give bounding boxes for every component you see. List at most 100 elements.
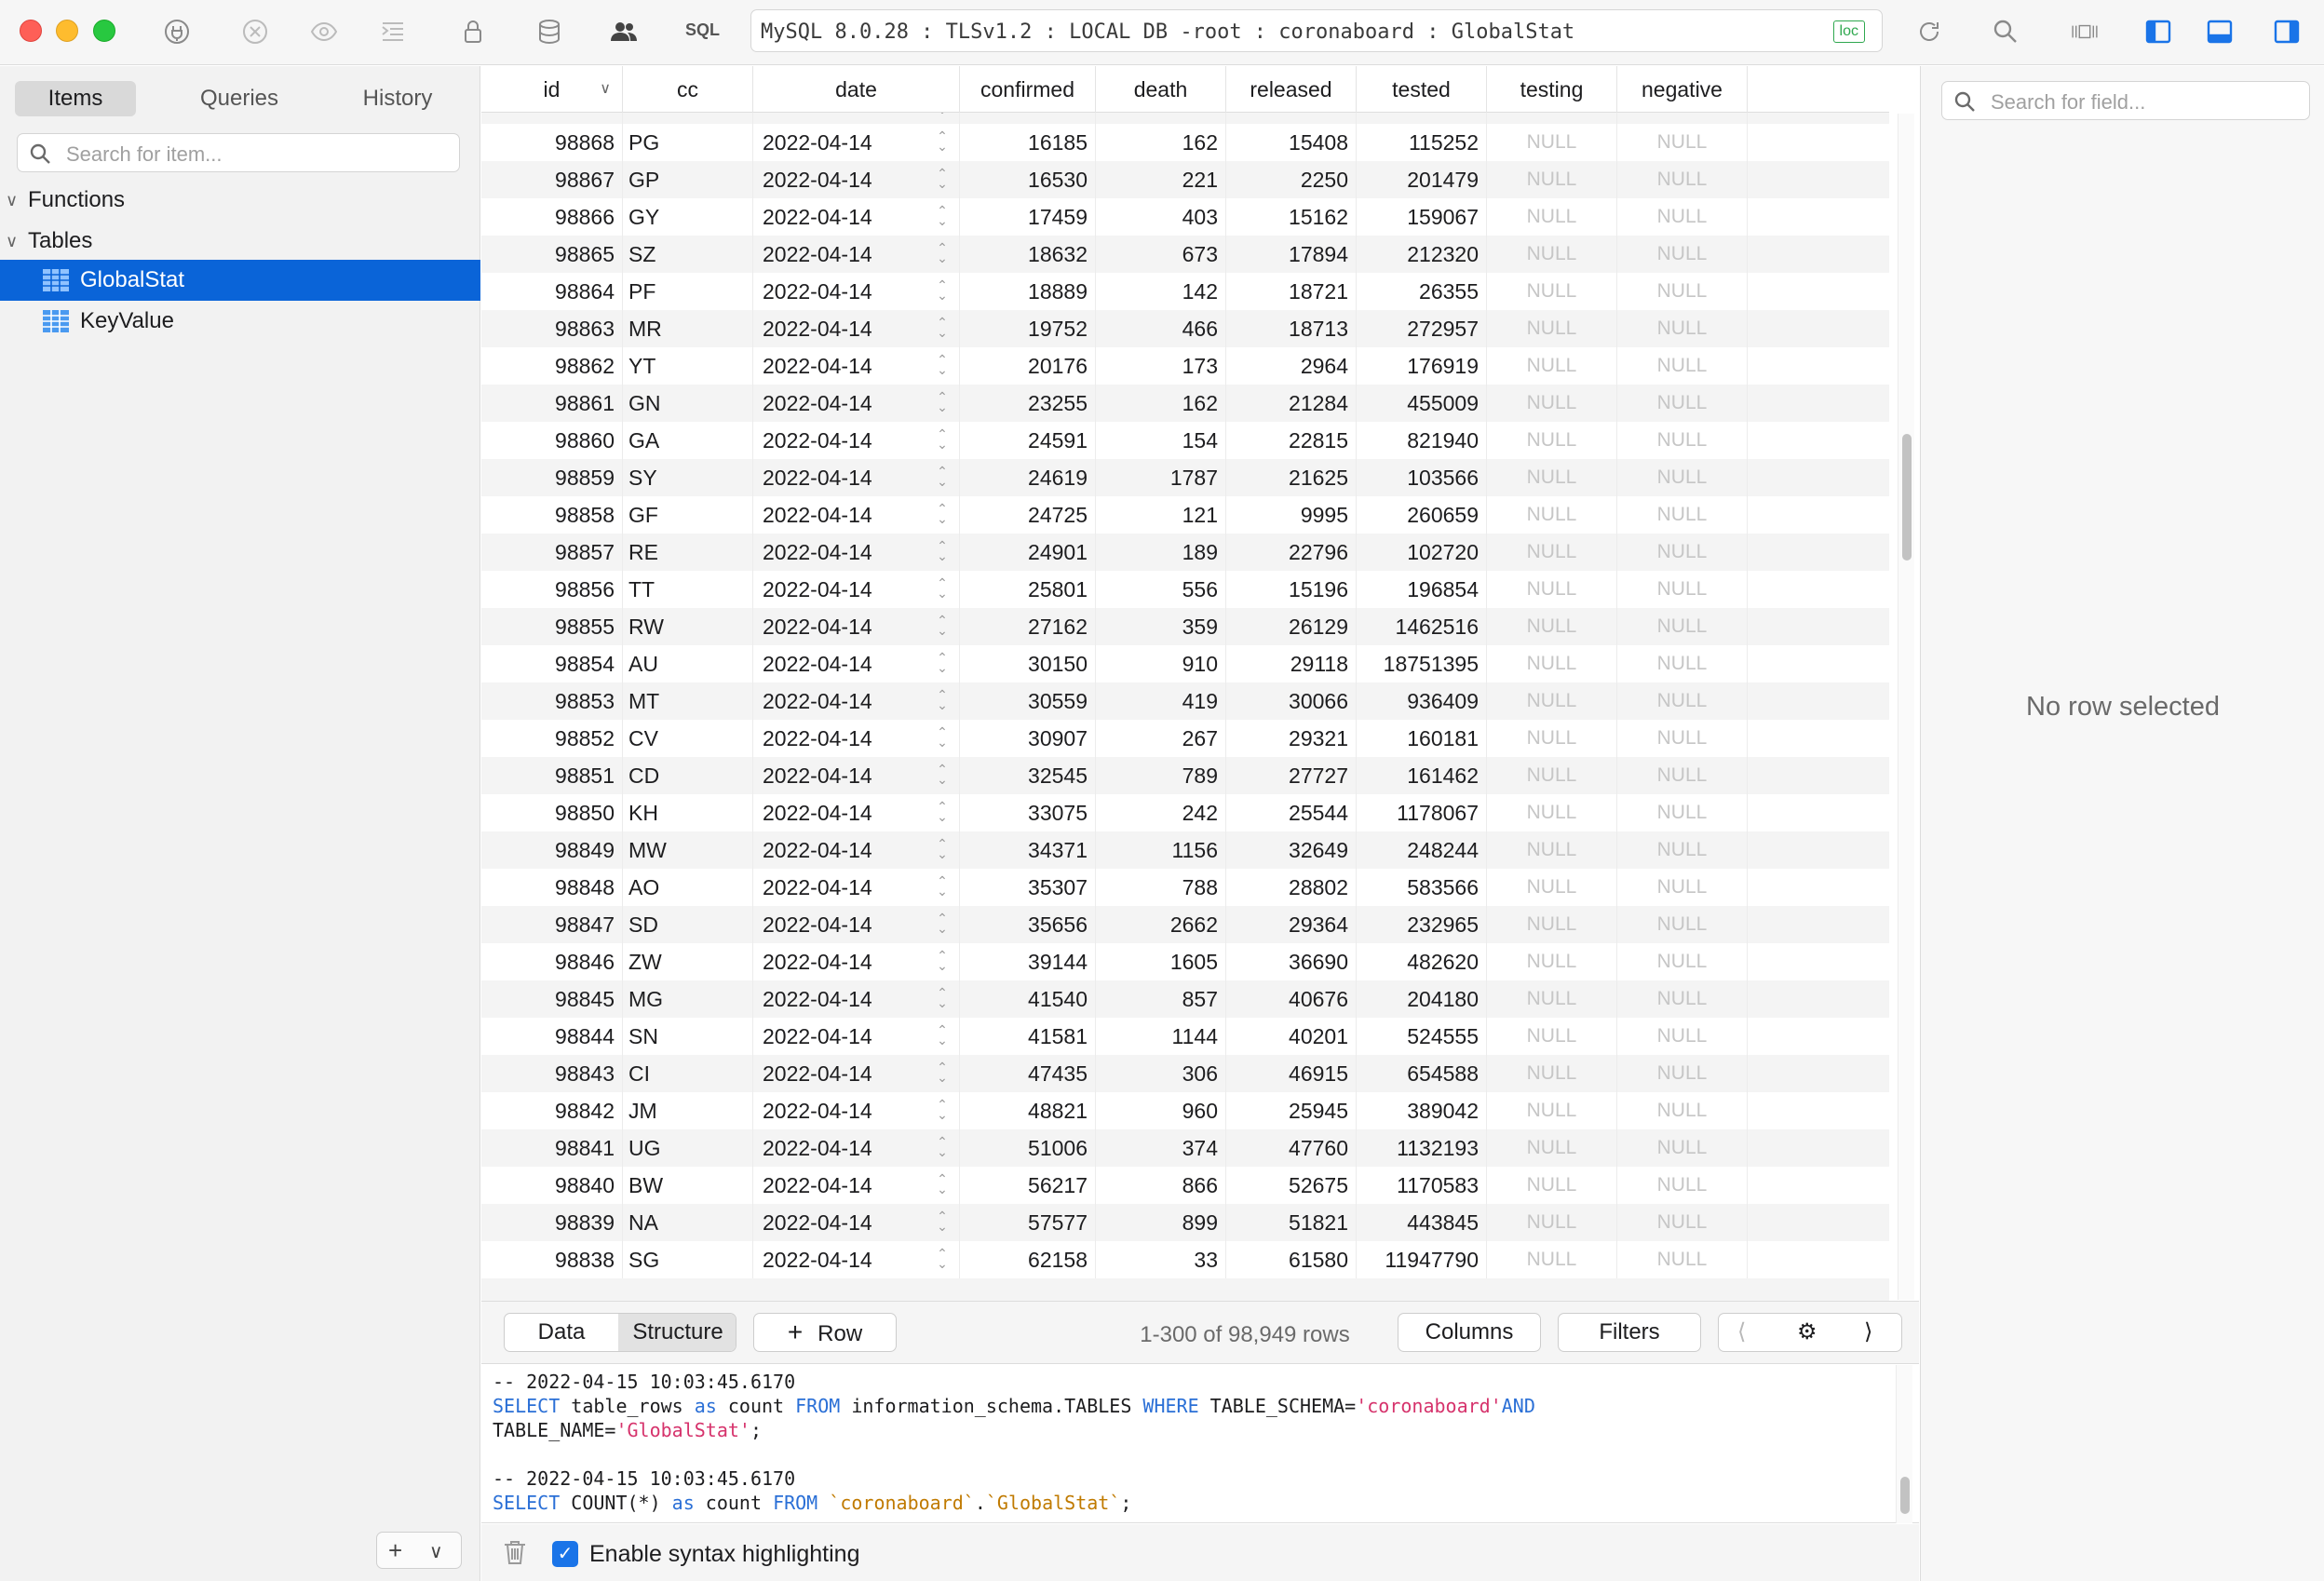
cell-death[interactable]: 788 <box>1096 869 1226 906</box>
cell-negative[interactable]: NULL <box>1617 161 1748 198</box>
cell-testing[interactable]: NULL <box>1487 1092 1617 1129</box>
cell-negative[interactable]: NULL <box>1617 310 1748 347</box>
cell-date[interactable]: 2022-04-14 <box>753 831 960 869</box>
cell-released[interactable]: 18713 <box>1226 310 1357 347</box>
table-row[interactable]: 98838 SG ⌃ ⌄ 2022-04-14 62158 33 61580 11947790 N… <box>481 1241 1889 1278</box>
scrollbar-thumb[interactable] <box>1900 1477 1910 1514</box>
cell-id[interactable]: 98858 <box>481 496 623 534</box>
cell-death[interactable]: 1787 <box>1096 459 1226 496</box>
cell-confirmed[interactable]: 18889 <box>960 273 1096 310</box>
cell-confirmed[interactable]: 30907 <box>960 720 1096 757</box>
cell-death[interactable]: 142 <box>1096 273 1226 310</box>
add-item-control[interactable]: + ∨ <box>376 1532 462 1569</box>
cell-tested[interactable]: 232965 <box>1357 906 1487 943</box>
cell-negative[interactable]: NULL <box>1617 385 1748 422</box>
cell-released[interactable]: 22815 <box>1226 422 1357 459</box>
cell-released[interactable]: 2250 <box>1226 161 1357 198</box>
cell-cc[interactable]: SD <box>623 906 753 943</box>
cell-released[interactable]: 25945 <box>1226 1092 1357 1129</box>
cell-negative[interactable]: NULL <box>1617 198 1748 236</box>
cell-date[interactable]: 2022-04-14 <box>753 1129 960 1167</box>
cell-date[interactable]: 2022-04-14 <box>753 124 960 161</box>
cell-confirmed[interactable]: 24725 <box>960 496 1096 534</box>
cell-tested[interactable]: 443845 <box>1357 1204 1487 1241</box>
table-row[interactable]: 98861 GN ⌃ ⌄ 2022-04-14 23255 162 21284 455009 NU… <box>481 385 1889 422</box>
cell-negative[interactable]: NULL <box>1617 496 1748 534</box>
cell-cc[interactable]: CV <box>623 720 753 757</box>
cell-released[interactable]: 26129 <box>1226 608 1357 645</box>
cell-cc[interactable]: JM <box>623 1092 753 1129</box>
table-row[interactable]: 98839 NA ⌃ ⌄ 2022-04-14 57577 899 51821 443845 NU… <box>481 1204 1889 1241</box>
cell-confirmed[interactable]: 27162 <box>960 608 1096 645</box>
columns-icon[interactable] <box>2065 15 2104 48</box>
cell-tested[interactable]: 389042 <box>1357 1092 1487 1129</box>
table-row[interactable]: 98842 JM ⌃ ⌄ 2022-04-14 48821 960 25945 389042 NU… <box>481 1092 1889 1129</box>
cell-testing[interactable]: NULL <box>1487 273 1617 310</box>
table-row[interactable]: 98849 MW ⌃ ⌄ 2022-04-14 34371 1156 32649 248244 N… <box>481 831 1889 869</box>
cell-confirmed[interactable]: 41581 <box>960 1018 1096 1055</box>
table-row[interactable]: 98848 AO ⌃ ⌄ 2022-04-14 35307 788 28802 583566 NU… <box>481 869 1889 906</box>
cell-tested[interactable]: 654588 <box>1357 1055 1487 1092</box>
tree-tables[interactable]: ∨ Tables <box>0 221 480 262</box>
cell-confirmed[interactable]: 17459 <box>960 198 1096 236</box>
cell-death[interactable]: 242 <box>1096 794 1226 831</box>
cell-released[interactable]: 29321 <box>1226 720 1357 757</box>
cell-cc[interactable]: SN <box>623 1018 753 1055</box>
cell-negative[interactable]: NULL <box>1617 273 1748 310</box>
cell-id[interactable]: 98863 <box>481 310 623 347</box>
cell-confirmed[interactable]: 57577 <box>960 1204 1096 1241</box>
cell-tested[interactable]: 272957 <box>1357 310 1487 347</box>
cell-confirmed[interactable]: 23255 <box>960 385 1096 422</box>
table-row[interactable]: 98859 SY ⌃ ⌄ 2022-04-14 24619 1787 21625 103566 N… <box>481 459 1889 496</box>
table-row[interactable]: 98855 RW ⌃ ⌄ 2022-04-14 27162 359 26129 1462516 N… <box>481 608 1889 645</box>
cell-released[interactable]: 21284 <box>1226 385 1357 422</box>
left-panel-icon[interactable] <box>2142 15 2175 48</box>
cell-released[interactable]: 15162 <box>1226 198 1357 236</box>
sidebar-item-globalstat[interactable]: GlobalStat <box>0 260 480 301</box>
plus-icon[interactable]: + <box>388 1536 402 1565</box>
cell-testing[interactable]: NULL <box>1487 906 1617 943</box>
cell-cc[interactable]: AU <box>623 645 753 682</box>
cell-cc[interactable]: RW <box>623 608 753 645</box>
cell-testing[interactable]: NULL <box>1487 347 1617 385</box>
table-row[interactable]: 98860 GA ⌃ ⌄ 2022-04-14 24591 154 22815 821940 NU… <box>481 422 1889 459</box>
table-row[interactable]: 98867 GP ⌃ ⌄ 2022-04-14 16530 221 2250 201479 NUL… <box>481 161 1889 198</box>
cell-date[interactable]: 2022-04-14 <box>753 645 960 682</box>
cell-released[interactable]: 47760 <box>1226 1129 1357 1167</box>
cell-id[interactable]: 98839 <box>481 1204 623 1241</box>
cell-death[interactable]: 189 <box>1096 534 1226 571</box>
cell-date[interactable]: 2022-04-14 <box>753 1204 960 1241</box>
cell-death[interactable]: 960 <box>1096 1092 1226 1129</box>
cell-cc[interactable]: AO <box>623 869 753 906</box>
cell-released[interactable]: 46915 <box>1226 1055 1357 1092</box>
cell-confirmed[interactable]: 16530 <box>960 161 1096 198</box>
table-row[interactable]: 98862 YT ⌃ ⌄ 2022-04-14 20176 173 2964 176919 NUL… <box>481 347 1889 385</box>
cell-id[interactable]: 98857 <box>481 534 623 571</box>
cell-cc[interactable]: YT <box>623 347 753 385</box>
cell-confirmed[interactable]: 41540 <box>960 980 1096 1018</box>
cell-confirmed[interactable]: 51006 <box>960 1129 1096 1167</box>
cell-death[interactable]: 374 <box>1096 1129 1226 1167</box>
cell-negative[interactable]: NULL <box>1617 236 1748 273</box>
cell-released[interactable]: 17894 <box>1226 236 1357 273</box>
cell-tested[interactable]: 482620 <box>1357 943 1487 980</box>
cell-death[interactable]: 1605 <box>1096 943 1226 980</box>
cell-confirmed[interactable]: 33075 <box>960 794 1096 831</box>
cell-released[interactable]: 40201 <box>1226 1018 1357 1055</box>
cell-confirmed[interactable]: 20176 <box>960 347 1096 385</box>
cell-cc[interactable]: CI <box>623 1055 753 1092</box>
refresh-icon[interactable] <box>1912 15 1946 48</box>
cell-confirmed[interactable]: 30150 <box>960 645 1096 682</box>
sql-button[interactable]: SQL <box>685 20 720 40</box>
cell-negative[interactable]: NULL <box>1617 1018 1748 1055</box>
filters-button[interactable]: Filters <box>1558 1313 1701 1352</box>
cell-id[interactable]: 98865 <box>481 236 623 273</box>
cell-testing[interactable]: NULL <box>1487 831 1617 869</box>
cell-testing[interactable]: NULL <box>1487 1129 1617 1167</box>
plug-icon[interactable] <box>160 15 194 48</box>
cell-testing[interactable]: NULL <box>1487 645 1617 682</box>
cell-death[interactable]: 173 <box>1096 347 1226 385</box>
cell-id[interactable]: 98854 <box>481 645 623 682</box>
cell-death[interactable]: 466 <box>1096 310 1226 347</box>
cell-tested[interactable]: 11947790 <box>1357 1241 1487 1278</box>
